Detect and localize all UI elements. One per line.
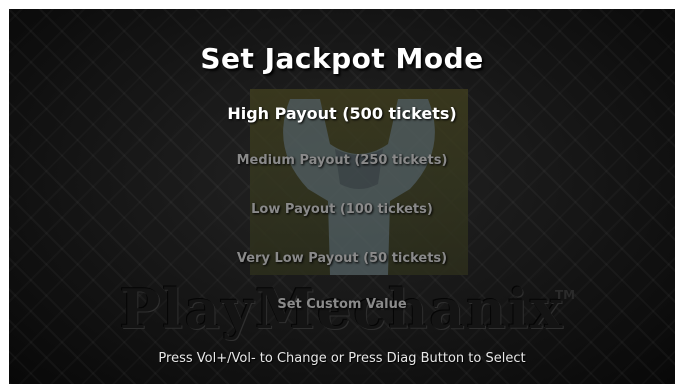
menu-option-high-payout[interactable]: High Payout (500 tickets) — [9, 104, 675, 123]
menu-option-very-low-payout[interactable]: Very Low Payout (50 tickets) — [9, 251, 675, 266]
game-screen: PlayMechanix TM Set Jackpot Mode High Pa… — [9, 9, 675, 384]
menu-option-custom-value[interactable]: Set Custom Value — [9, 297, 675, 312]
menu-option-low-payout[interactable]: Low Payout (100 tickets) — [9, 202, 675, 217]
page-title: Set Jackpot Mode — [200, 42, 484, 75]
menu-option-medium-payout[interactable]: Medium Payout (250 tickets) — [9, 153, 675, 168]
instructions-text: Press Vol+/Vol- to Change or Press Diag … — [158, 351, 526, 366]
